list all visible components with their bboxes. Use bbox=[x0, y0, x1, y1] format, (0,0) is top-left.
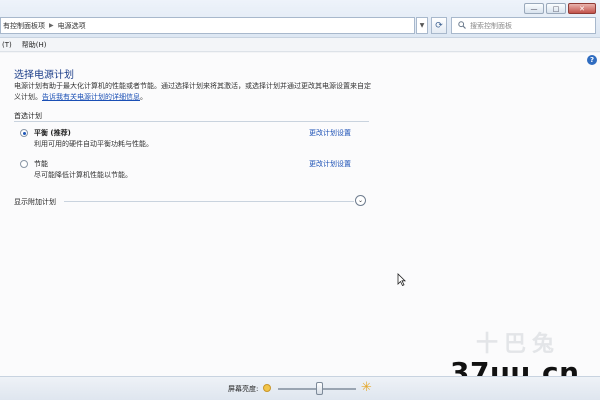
plan-balanced-name[interactable]: 平衡 (推荐) bbox=[34, 128, 71, 138]
plan-power-saver-name[interactable]: 节能 bbox=[34, 159, 48, 169]
page-description: 电源计划有助于最大化计算机的性能或者节能。通过选择计划来将其激活，或选择计划并通… bbox=[14, 81, 374, 103]
description-end: 。 bbox=[140, 93, 147, 101]
brightness-high-icon: ✳ bbox=[361, 380, 372, 395]
mouse-cursor-icon bbox=[397, 273, 406, 288]
brightness-slider-thumb[interactable] bbox=[316, 382, 323, 395]
help-icon[interactable]: ? bbox=[587, 55, 597, 65]
refresh-icon[interactable]: ⟳ bbox=[431, 17, 447, 34]
menu-bar: (T) 帮助(H) bbox=[0, 38, 600, 52]
plan-power-saver-change-settings-link[interactable]: 更改计划设置 bbox=[309, 159, 351, 169]
plan-power-saver[interactable]: 节能 尽可能降低计算机性能以节能。 更改计划设置 bbox=[20, 159, 370, 187]
section-divider bbox=[14, 121, 369, 122]
show-additional-plans-label[interactable]: 显示附加计划 bbox=[14, 197, 56, 207]
minimize-button[interactable]: — bbox=[524, 3, 544, 14]
search-icon bbox=[458, 20, 466, 31]
chevron-down-icon[interactable]: ⌄ bbox=[355, 195, 366, 206]
additional-plans-divider bbox=[64, 201, 354, 202]
section-label-preferred: 首选计划 bbox=[14, 112, 42, 120]
window-controls: — □ ✕ bbox=[524, 3, 596, 14]
brightness-low-icon bbox=[263, 384, 271, 392]
plan-balanced-change-settings-link[interactable]: 更改计划设置 bbox=[309, 128, 351, 138]
breadcrumb-item-control-panel[interactable]: 有控制面板项 bbox=[3, 21, 45, 31]
plan-balanced-radio[interactable] bbox=[20, 129, 28, 137]
power-plan-info-link[interactable]: 告诉我有关电源计划的详细信息 bbox=[42, 93, 140, 101]
menu-tools[interactable]: (T) bbox=[2, 41, 12, 49]
close-button[interactable]: ✕ bbox=[568, 3, 596, 14]
brightness-bar: 屏幕亮度: ✳ bbox=[0, 376, 600, 400]
plan-power-saver-description: 尽可能降低计算机性能以节能。 bbox=[34, 171, 132, 179]
search-input[interactable]: 搜索控制面板 bbox=[451, 17, 596, 34]
watermark-chinese: 十巴兔 bbox=[476, 332, 561, 357]
address-bar[interactable]: 有控制面板项 ▶ 电源选项 bbox=[0, 17, 415, 34]
show-additional-plans[interactable]: 显示附加计划 ⌄ bbox=[14, 195, 369, 207]
maximize-button[interactable]: □ bbox=[546, 3, 566, 14]
address-dropdown-icon[interactable]: ▼ bbox=[416, 17, 428, 34]
title-bar: — □ ✕ 有控制面板项 ▶ 电源选项 ▼ ⟳ 搜索控制面板 bbox=[0, 0, 600, 38]
brightness-label: 屏幕亮度: bbox=[228, 385, 259, 393]
plan-balanced-description: 利用可用的硬件自动平衡功耗与性能。 bbox=[34, 140, 153, 148]
breadcrumb-item-power-options[interactable]: 电源选项 bbox=[58, 21, 86, 31]
plan-power-saver-radio[interactable] bbox=[20, 160, 28, 168]
search-placeholder: 搜索控制面板 bbox=[470, 21, 512, 30]
page-title: 选择电源计划 bbox=[14, 70, 74, 81]
menu-help[interactable]: 帮助(H) bbox=[22, 40, 47, 50]
breadcrumb-separator-icon[interactable]: ▶ bbox=[49, 22, 54, 29]
plan-balanced[interactable]: 平衡 (推荐) 利用可用的硬件自动平衡功耗与性能。 更改计划设置 bbox=[20, 128, 370, 156]
